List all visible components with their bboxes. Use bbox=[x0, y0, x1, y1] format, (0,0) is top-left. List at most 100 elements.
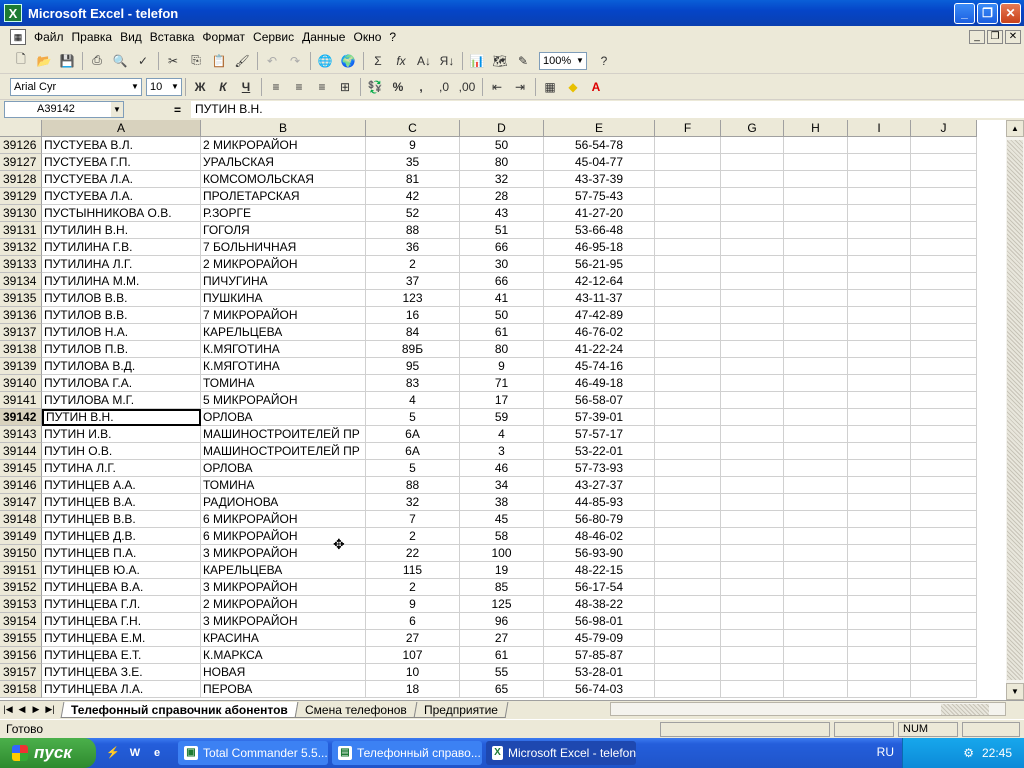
cell-d[interactable]: 61 bbox=[460, 324, 544, 341]
cell-a[interactable]: ПУТИНЦЕВА Г.Л. bbox=[42, 596, 201, 613]
cell-e[interactable]: 57-75-43 bbox=[544, 188, 655, 205]
scroll-up-icon[interactable]: ▲ bbox=[1006, 120, 1024, 137]
row-header[interactable]: 39156 bbox=[0, 647, 42, 664]
decrease-decimal-icon[interactable]: ,00 bbox=[456, 76, 478, 98]
cell-b[interactable]: Р.ЗОРГЕ bbox=[201, 205, 366, 222]
cell-a[interactable]: ПУТИНЦЕВА Е.М. bbox=[42, 630, 201, 647]
cell-empty[interactable] bbox=[784, 494, 848, 511]
cell-b[interactable]: 2 МИКРОРАЙОН bbox=[201, 256, 366, 273]
cell-a[interactable]: ПУТИНЦЕВА В.А. bbox=[42, 579, 201, 596]
cell-b[interactable]: РАДИОНОВА bbox=[201, 494, 366, 511]
cell-c[interactable]: 9 bbox=[366, 137, 460, 154]
cell-d[interactable]: 55 bbox=[460, 664, 544, 681]
cell-c[interactable]: 32 bbox=[366, 494, 460, 511]
cell-a[interactable]: ПУТИНЦЕВА Г.Н. bbox=[42, 613, 201, 630]
cell-a[interactable]: ПУСТУЕВА Л.А. bbox=[42, 188, 201, 205]
cell-a[interactable]: ПУСТУЕВА Г.П. bbox=[42, 154, 201, 171]
font-size-combo[interactable]: 10 ▼ bbox=[146, 77, 182, 96]
paste-icon[interactable]: 📋 bbox=[208, 50, 230, 72]
cell-empty[interactable] bbox=[911, 273, 977, 290]
menu-window[interactable]: Окно bbox=[349, 30, 385, 44]
cell-e[interactable]: 48-38-22 bbox=[544, 596, 655, 613]
cell-c[interactable]: 18 bbox=[366, 681, 460, 698]
cell-empty[interactable] bbox=[784, 443, 848, 460]
cell-c[interactable]: 16 bbox=[366, 307, 460, 324]
print-icon[interactable]: ⎙ bbox=[86, 50, 108, 72]
cell-c[interactable]: 123 bbox=[366, 290, 460, 307]
cell-c[interactable]: 83 bbox=[366, 375, 460, 392]
cell-empty[interactable] bbox=[784, 681, 848, 698]
cell-empty[interactable] bbox=[911, 562, 977, 579]
first-sheet-icon[interactable]: |◀ bbox=[2, 704, 14, 715]
cell-empty[interactable] bbox=[655, 664, 721, 681]
cell-a[interactable]: ПУТИЛИНА М.М. bbox=[42, 273, 201, 290]
cell-c[interactable]: 7 bbox=[366, 511, 460, 528]
cell-empty[interactable] bbox=[911, 647, 977, 664]
print-preview-icon[interactable]: 🔍 bbox=[109, 50, 131, 72]
autosum-icon[interactable]: Σ bbox=[367, 50, 389, 72]
menu-help[interactable]: ? bbox=[385, 30, 400, 44]
cell-b[interactable]: НОВАЯ bbox=[201, 664, 366, 681]
cell-e[interactable]: 56-54-78 bbox=[544, 137, 655, 154]
excel-app-icon[interactable]: X bbox=[4, 4, 22, 22]
cell-e[interactable]: 57-57-17 bbox=[544, 426, 655, 443]
spreadsheet-grid[interactable]: A B C D E F G H I J 39126 ПУСТУЕВА В.Л. 2 МИКРОРАЙОН… bbox=[0, 120, 1006, 700]
cell-empty[interactable] bbox=[848, 494, 911, 511]
cell-e[interactable]: 43-37-39 bbox=[544, 171, 655, 188]
font-color-icon[interactable]: A bbox=[585, 76, 607, 98]
cell-b[interactable]: МАШИНОСТРОИТЕЛЕЙ ПР bbox=[201, 443, 366, 460]
cell-d[interactable]: 85 bbox=[460, 579, 544, 596]
cell-d[interactable]: 66 bbox=[460, 239, 544, 256]
bold-button[interactable]: Ж bbox=[189, 76, 211, 98]
cell-empty[interactable] bbox=[721, 154, 784, 171]
cell-a[interactable]: ПУТИЛИНА Л.Г. bbox=[42, 256, 201, 273]
cell-empty[interactable] bbox=[655, 290, 721, 307]
row-header[interactable]: 39151 bbox=[0, 562, 42, 579]
cell-d[interactable]: 41 bbox=[460, 290, 544, 307]
cell-c[interactable]: 84 bbox=[366, 324, 460, 341]
cell-e[interactable]: 48-22-15 bbox=[544, 562, 655, 579]
row-header[interactable]: 39143 bbox=[0, 426, 42, 443]
cell-empty[interactable] bbox=[848, 596, 911, 613]
cell-empty[interactable] bbox=[848, 222, 911, 239]
cell-empty[interactable] bbox=[848, 477, 911, 494]
cell-empty[interactable] bbox=[721, 273, 784, 290]
cell-empty[interactable] bbox=[721, 205, 784, 222]
cell-empty[interactable] bbox=[848, 511, 911, 528]
open-icon[interactable]: 📂 bbox=[33, 50, 55, 72]
scroll-down-icon[interactable]: ▼ bbox=[1006, 683, 1024, 700]
chevron-down-icon[interactable]: ▼ bbox=[574, 53, 586, 69]
cell-empty[interactable] bbox=[655, 307, 721, 324]
fill-color-icon[interactable]: ◆ bbox=[562, 76, 584, 98]
cell-d[interactable]: 19 bbox=[460, 562, 544, 579]
menu-tools[interactable]: Сервис bbox=[249, 30, 298, 44]
cell-empty[interactable] bbox=[721, 239, 784, 256]
hscroll-thumb[interactable] bbox=[941, 704, 989, 715]
column-header[interactable]: J bbox=[911, 120, 977, 137]
cell-e[interactable]: 45-04-77 bbox=[544, 154, 655, 171]
cell-e[interactable]: 45-79-09 bbox=[544, 630, 655, 647]
cell-c[interactable]: 10 bbox=[366, 664, 460, 681]
cell-empty[interactable] bbox=[911, 137, 977, 154]
cell-empty[interactable] bbox=[655, 460, 721, 477]
cell-b[interactable]: УРАЛЬСКАЯ bbox=[201, 154, 366, 171]
cell-empty[interactable] bbox=[721, 647, 784, 664]
cell-empty[interactable] bbox=[655, 239, 721, 256]
cell-empty[interactable] bbox=[655, 681, 721, 698]
italic-button[interactable]: К bbox=[212, 76, 234, 98]
cell-a[interactable]: ПУТИН В.Н. bbox=[42, 409, 201, 426]
cell-a[interactable]: ПУТИНА Л.Г. bbox=[42, 460, 201, 477]
cell-d[interactable]: 80 bbox=[460, 154, 544, 171]
column-header[interactable]: E bbox=[544, 120, 655, 137]
borders-icon[interactable]: ▦ bbox=[539, 76, 561, 98]
cell-b[interactable]: КРАСИНА bbox=[201, 630, 366, 647]
row-header[interactable]: 39130 bbox=[0, 205, 42, 222]
increase-decimal-icon[interactable]: ,0 bbox=[433, 76, 455, 98]
row-header[interactable]: 39147 bbox=[0, 494, 42, 511]
cell-empty[interactable] bbox=[721, 375, 784, 392]
cell-e[interactable]: 46-49-18 bbox=[544, 375, 655, 392]
cell-empty[interactable] bbox=[848, 392, 911, 409]
cell-empty[interactable] bbox=[655, 579, 721, 596]
cell-b[interactable]: ТОМИНА bbox=[201, 477, 366, 494]
cell-c[interactable]: 2 bbox=[366, 528, 460, 545]
